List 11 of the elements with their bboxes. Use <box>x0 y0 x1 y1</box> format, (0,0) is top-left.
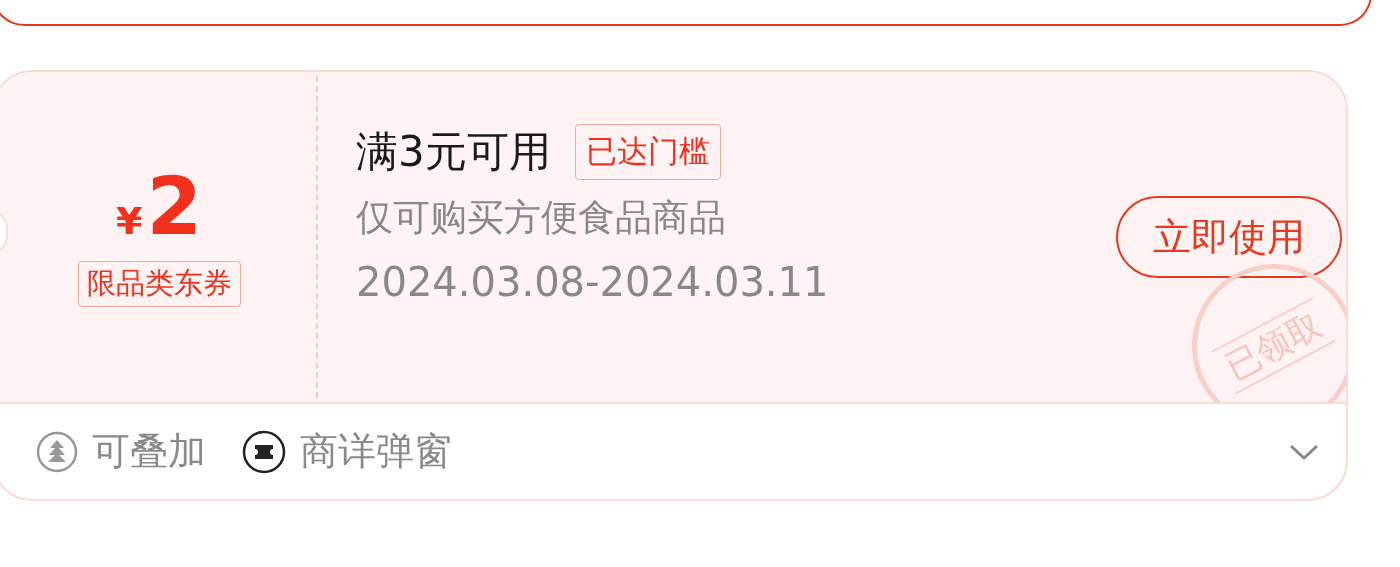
scope-text: 仅可购买方便食品商品 <box>356 195 727 241</box>
status-tag: 已达门槛 <box>574 124 721 180</box>
feature-label: 商详弹窗 <box>300 428 452 475</box>
category-tag: 限品类东券 <box>77 261 241 307</box>
feature-label: 可叠加 <box>92 428 206 475</box>
use-now-button[interactable]: 立即使用 <box>1116 196 1342 278</box>
stacked-trees-icon <box>36 430 78 473</box>
threshold-title: 满3元可用 <box>356 126 551 178</box>
validity-text: 2024.03.08-2024.03.11 <box>356 258 830 308</box>
coupon-amount: ¥2 <box>115 167 203 247</box>
ticket-icon <box>242 429 286 474</box>
